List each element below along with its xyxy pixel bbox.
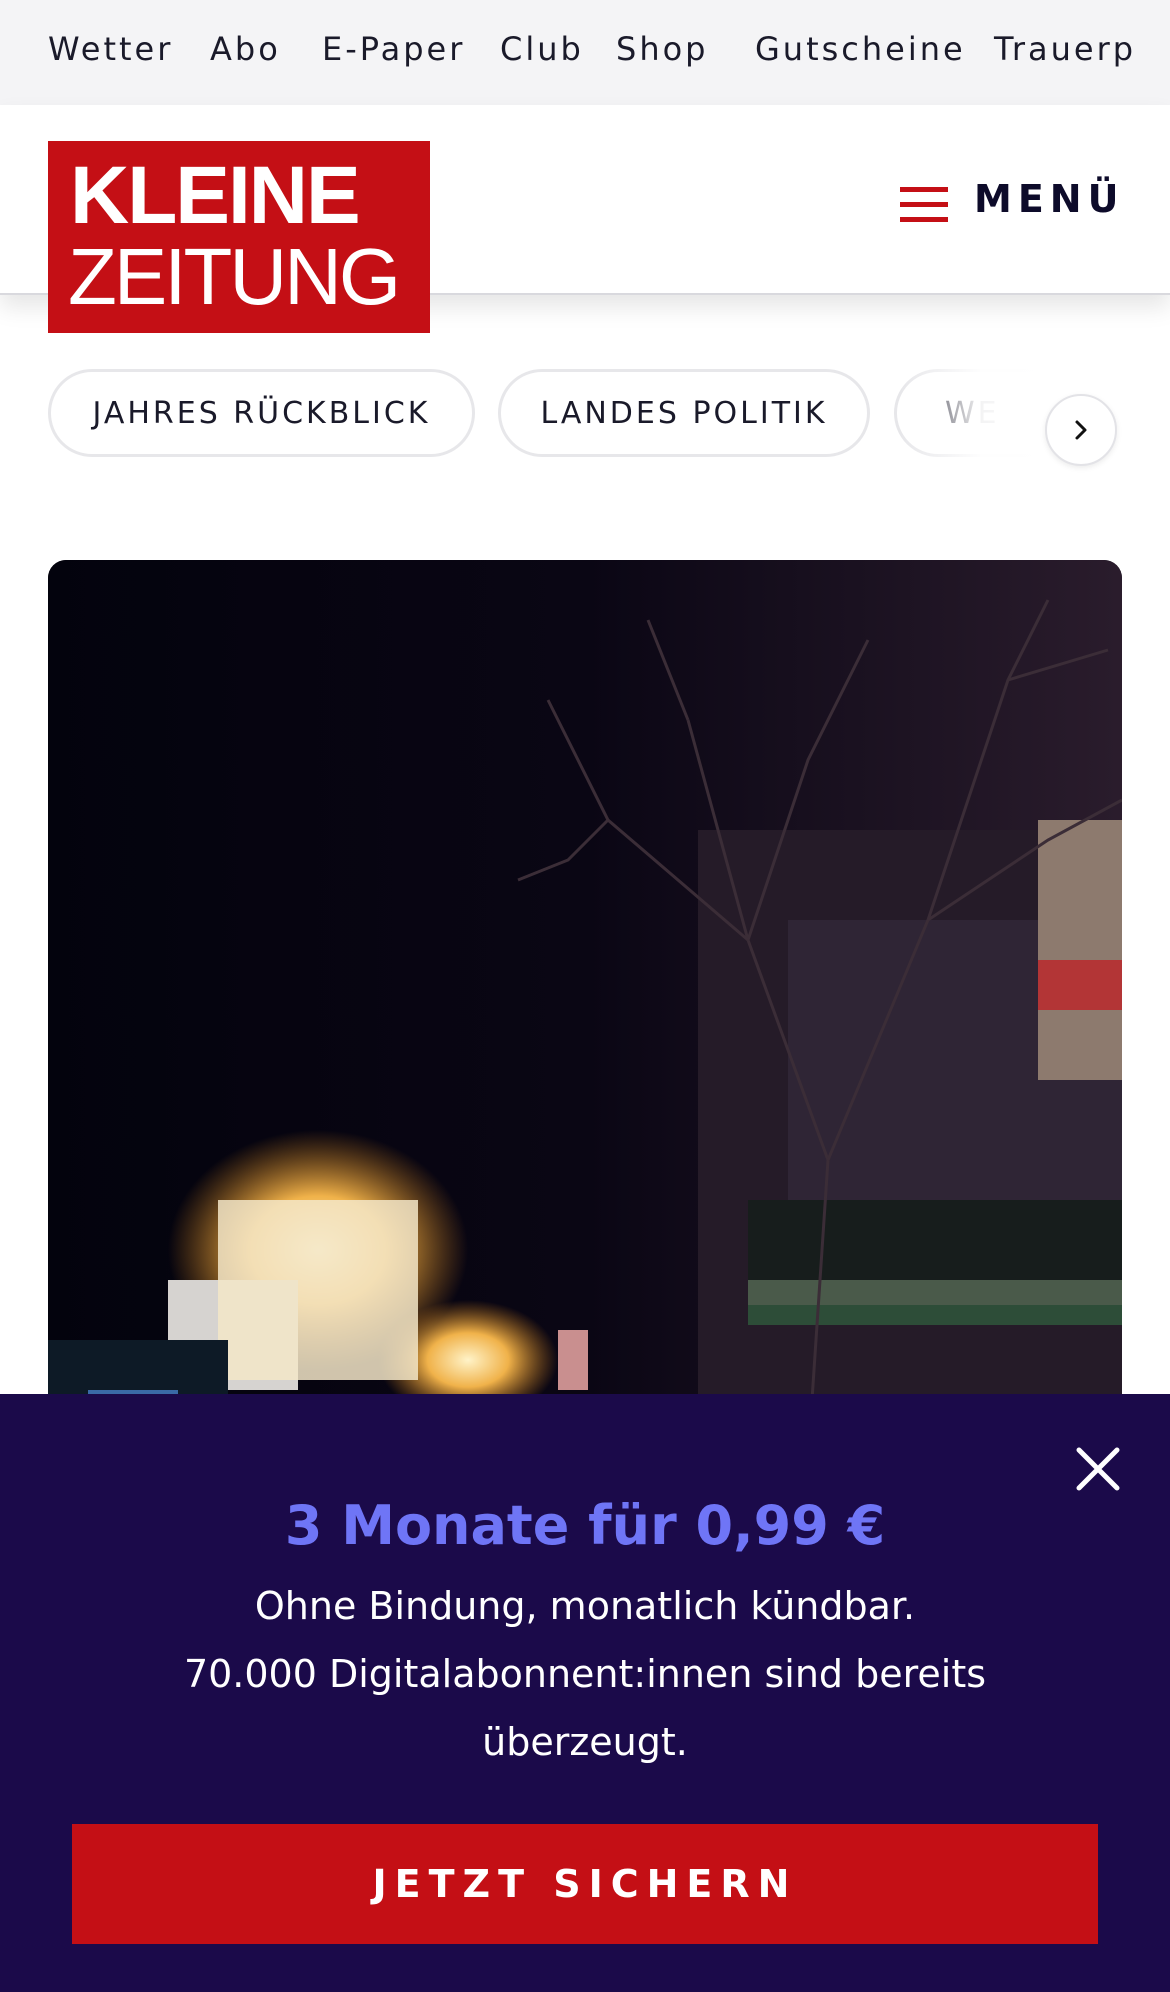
pill-jahresrueckblick[interactable]: JAHRES RÜCKBLICK: [48, 369, 475, 457]
site-header: KLEINE ZEITUNG MENÜ: [0, 105, 1170, 333]
hero-image[interactable]: [48, 560, 1122, 1460]
topnav-link-abo[interactable]: Abo: [210, 30, 281, 68]
menu-label: MENÜ: [974, 177, 1125, 221]
promo-headline: 3 Monate für 0,99 €: [284, 1494, 886, 1557]
promo-subtext-line-1: Ohne Bindung, monatlich kündbar.: [254, 1584, 916, 1628]
logo-line-1: KLEINE: [70, 150, 361, 241]
promo-close-button[interactable]: [1073, 1444, 1123, 1494]
pill-landespolitik[interactable]: LANDES POLITIK: [498, 369, 870, 457]
photo-night-christmas-market: [48, 560, 1122, 1460]
pills-next-button[interactable]: [1045, 394, 1117, 466]
close-icon: [1076, 1447, 1120, 1491]
subscribe-cta-button[interactable]: JETZT SICHERN: [72, 1824, 1098, 1944]
site-logo[interactable]: KLEINE ZEITUNG: [48, 141, 430, 333]
promo-subtext-line-3: überzeugt.: [482, 1720, 688, 1764]
topnav-link-shop[interactable]: Shop: [616, 30, 708, 68]
menu-button[interactable]: MENÜ: [898, 165, 1118, 235]
topnav-link-club[interactable]: Club: [500, 30, 584, 68]
hamburger-icon: [900, 187, 948, 223]
category-pills: JAHRES RÜCKBLICK LANDES POLITIK WE: [0, 368, 1170, 460]
topnav-link-wetter[interactable]: Wetter: [48, 30, 173, 68]
promo-subtext-line-2: 70.000 Digitalabonnent:innen sind bereit…: [183, 1652, 987, 1696]
pills-fade: [900, 368, 1170, 460]
chevron-right-icon: [1075, 420, 1087, 440]
logo-line-2: ZEITUNG: [68, 232, 401, 321]
top-utility-nav: Wetter Abo E-Paper Club Shop Gutscheine …: [0, 0, 1170, 105]
subscription-promo: 3 Monate für 0,99 € Ohne Bindung, monatl…: [0, 1394, 1170, 1992]
topnav-link-epaper[interactable]: E-Paper: [322, 30, 465, 68]
topnav-link-gutscheine[interactable]: Gutscheine: [755, 30, 966, 68]
promo-subtext: Ohne Bindung, monatlich kündbar. 70.000 …: [150, 1572, 1020, 1776]
topnav-link-trauerportal[interactable]: Trauerp: [994, 30, 1136, 68]
